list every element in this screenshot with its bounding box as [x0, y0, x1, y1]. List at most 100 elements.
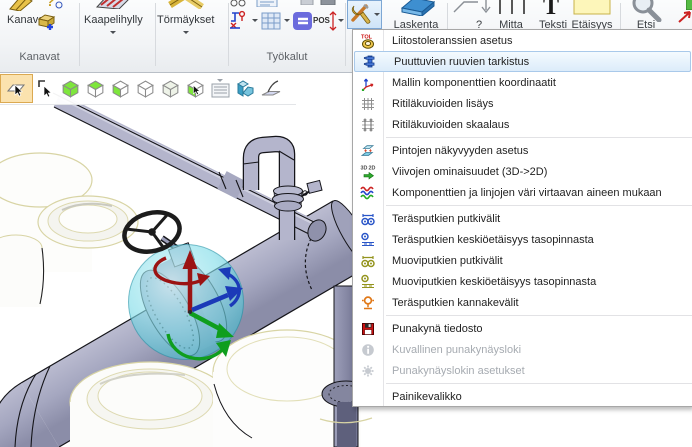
menu-item[interactable]: Puuttuvien ruuvien tarkistus: [354, 51, 691, 72]
partial-icon-a: [300, 0, 314, 5]
menu-item[interactable]: Mallin komponenttien koordinaatit: [353, 72, 692, 93]
svg-text:POS: POS: [313, 16, 331, 25]
section-plane-icon[interactable]: [258, 74, 283, 103]
leader-line-icon[interactable]: [452, 0, 482, 16]
cube-pick-icon[interactable]: [183, 74, 208, 103]
pos-dropdown-caret[interactable]: [338, 19, 344, 25]
kaapelihylly-dropdown-caret[interactable]: [110, 31, 116, 37]
menu-item-label: Komponenttien ja linjojen väri virtaavan…: [383, 187, 662, 199]
tormaykset-dropdown-caret[interactable]: [183, 31, 189, 37]
menu-item[interactable]: Muoviputkien keskiöetäisyys tasopinnasta: [353, 271, 692, 292]
svg-text:?: ?: [46, 0, 55, 9]
pos-label-button[interactable]: POS: [313, 10, 339, 32]
menu-item: Kuvallinen punakynäysloki: [353, 339, 692, 360]
svg-text:T: T: [543, 0, 559, 18]
tools-dropdown-caret[interactable]: [374, 13, 380, 19]
settings-icon: [353, 363, 383, 379]
menu-item[interactable]: Komponenttien ja linjojen väri virtaavan…: [353, 182, 692, 203]
laskenta-icon[interactable]: [398, 0, 438, 16]
tolerance-icon: TOL: [353, 33, 383, 49]
kaapelihylly-button[interactable]: Kaapelihylly: [84, 14, 143, 26]
pipe-support-spacing-icon: [353, 295, 383, 311]
application-window: { "ribbon": { "kanava_label": "Kanava", …: [0, 0, 692, 447]
menu-item-label: Ritiläkuvioiden lisäys: [383, 98, 494, 110]
menu-item[interactable]: Punakynä tiedosto: [353, 318, 692, 339]
menu-item[interactable]: Teräsputkien keskiöetäisyys tasopinnasta: [353, 229, 692, 250]
menu-item-label: Kuvallinen punakynäysloki: [383, 344, 521, 356]
menu-item-label: Ritiläkuvioiden skaalaus: [383, 119, 509, 131]
group-label-kanavat: Kanavat: [0, 51, 79, 63]
etaisyys-icon[interactable]: [572, 0, 612, 16]
select-edge-icon[interactable]: [33, 74, 58, 103]
cube-outline-icon[interactable]: [133, 74, 158, 103]
equals-button[interactable]: [292, 10, 314, 32]
duct-help-icon[interactable]: ?: [44, 0, 64, 10]
report-list-icon: [256, 0, 278, 7]
cube-shaded-icon[interactable]: [158, 74, 183, 103]
menu-item-label: Muoviputkien putkivälit: [383, 255, 503, 267]
menu-item[interactable]: 3D 2D Viivojen ominaisuudet (3D->2D): [353, 161, 692, 182]
duct-tool-icon[interactable]: [6, 0, 36, 11]
grid-scale-icon: [353, 117, 383, 133]
tools-dropdown-menu: TOL Liitostoleranssien asetus Puuttuvien…: [352, 29, 692, 407]
menu-item-label: Teräsputkien keskiöetäisyys tasopinnasta: [383, 234, 594, 246]
menu-item[interactable]: Teräsputkien kannakevälit: [353, 292, 692, 313]
ring-pair-icon: [228, 0, 250, 7]
table-button[interactable]: [260, 10, 282, 32]
menu-item-label: Muoviputkien keskiöetäisyys tasopinnasta: [383, 276, 596, 288]
menu-item-label: Punakynäyslokin asetukset: [383, 365, 525, 377]
list-icon[interactable]: [208, 74, 233, 103]
svg-text:3D: 3D: [361, 165, 368, 171]
measure-dropdown-caret[interactable]: [252, 19, 258, 25]
info-icon: [353, 342, 383, 358]
svg-text:2D: 2D: [369, 165, 376, 171]
redline-file-icon: [353, 321, 383, 337]
menu-item[interactable]: Ritiläkuvioiden skaalaus: [353, 114, 692, 135]
ucs-icon[interactable]: [233, 74, 258, 103]
menu-item[interactable]: TOL Liitostoleranssien asetus: [353, 30, 692, 51]
tools-menu-button[interactable]: [347, 0, 382, 29]
surface-visibility-icon: + +: [353, 143, 383, 159]
cable-tray-icon[interactable]: [95, 0, 131, 9]
missing-screws-icon: [355, 54, 385, 70]
select-region-icon[interactable]: [0, 74, 33, 103]
mitta-icon[interactable]: [496, 0, 528, 16]
cube-solid-icon[interactable]: [58, 74, 83, 103]
cube-top-icon[interactable]: [83, 74, 108, 103]
cube-front-icon[interactable]: [108, 74, 133, 103]
menu-item-label: Liitostoleranssien asetus: [383, 35, 512, 47]
steel-pipe-center-distance-icon: [353, 232, 383, 248]
menu-item-label: Teräsputkien kannakevälit: [383, 297, 519, 309]
teksti-icon[interactable]: T: [540, 0, 564, 18]
arrow-down-icon[interactable]: [480, 0, 492, 16]
grid-add-icon: [353, 96, 383, 112]
partial-green-icon: [686, 0, 692, 10]
menu-item[interactable]: Painikevalikko: [353, 386, 692, 407]
partial-red-arrow-icon: [678, 10, 692, 24]
menu-item[interactable]: Ritiläkuvioiden lisäys: [353, 93, 692, 114]
menu-item[interactable]: + +Pintojen näkyvyyden asetus: [353, 140, 692, 161]
menu-item-label: Viivojen ominaisuudet (3D->2D): [383, 166, 547, 178]
menu-item-label: Pintojen näkyvyyden asetus: [383, 145, 528, 157]
coordinates-icon: [353, 75, 383, 91]
menu-item: Punakynäyslokin asetukset: [353, 360, 692, 381]
menu-item-label: Puuttuvien ruuvien tarkistus: [385, 56, 529, 68]
menu-item-label: Mallin komponenttien koordinaatit: [383, 77, 556, 89]
menu-item-label: Punakynä tiedosto: [383, 323, 483, 335]
add-duct-button[interactable]: [36, 10, 58, 32]
menu-item[interactable]: Teräsputkien putkivälit: [353, 208, 692, 229]
flow-color-icon: [353, 185, 383, 201]
background-tanks: [0, 153, 138, 307]
tormaykset-button[interactable]: Törmäykset: [157, 14, 214, 26]
collision-check-icon[interactable]: [168, 0, 208, 9]
lines-3d2d-icon: 3D 2D: [353, 164, 383, 180]
plastic-pipe-center-distance-icon: [353, 274, 383, 290]
table-dropdown-caret[interactable]: [284, 19, 290, 25]
menu-item[interactable]: Muoviputkien putkivälit: [353, 250, 692, 271]
partial-icon-b: [320, 0, 336, 5]
group-label-tyokalut: Työkalut: [228, 51, 346, 63]
menu-item-label: Painikevalikko: [383, 391, 462, 403]
measure-point-button[interactable]: [228, 10, 250, 32]
view-selection-toolbar: [0, 73, 296, 105]
steel-pipe-spacing-icon: [353, 211, 383, 227]
